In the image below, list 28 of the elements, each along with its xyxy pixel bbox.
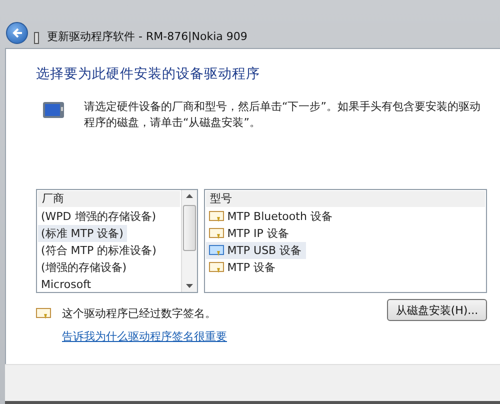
manufacturer-item[interactable]: (增强的存储设备) — [38, 259, 131, 276]
manufacturer-item[interactable]: (标准 MTP 设备) — [38, 225, 128, 242]
have-disk-button[interactable]: 从磁盘安装(H)... — [387, 299, 487, 321]
window-title: 更新驱动程序软件 - RM-876|Nokia 909 — [47, 29, 248, 44]
signature-info-link[interactable]: 告诉我为什么驱动程序签名很重要 — [62, 329, 227, 344]
scroll-up-icon[interactable] — [186, 194, 194, 198]
scroll-down-icon[interactable] — [186, 284, 194, 288]
manufacturer-item[interactable]: Microsoft — [38, 276, 96, 293]
model-item[interactable]: MTP IP 设备 — [206, 225, 293, 242]
certificate-icon — [36, 308, 52, 320]
manufacturer-item[interactable]: (符合 MTP 的标准设备) — [38, 242, 160, 259]
model-item[interactable]: MTP USB 设备 — [206, 242, 306, 259]
device-icon — [209, 262, 226, 274]
model-item[interactable]: MTP 设备 — [206, 259, 280, 276]
back-button[interactable] — [6, 22, 28, 44]
manufacturer-item[interactable]: (WPD 增强的存储设备) — [38, 208, 160, 225]
manufacturer-header: 厂商 — [38, 191, 180, 207]
model-header: 型号 — [206, 191, 485, 207]
page-heading: 选择要为此硬件安装的设备驱动程序 — [36, 65, 261, 83]
scrollbar-thumb[interactable] — [183, 205, 196, 251]
device-icon — [209, 210, 226, 222]
instruction-text: 请选定硬件设备的厂商和型号，然后单击“下一步”。如果手头有包含要安装的驱动程序的磁盘，请单击“从磁盘安装”。 — [84, 99, 482, 131]
device-icon — [209, 228, 226, 240]
signature-note: 这个驱动程序已经过数字签名。 — [62, 306, 216, 321]
phone-icon — [34, 32, 39, 44]
back-arrow-icon — [11, 27, 23, 39]
model-item[interactable]: MTP Bluetooth 设备 — [206, 208, 336, 225]
device-icon — [209, 244, 226, 256]
